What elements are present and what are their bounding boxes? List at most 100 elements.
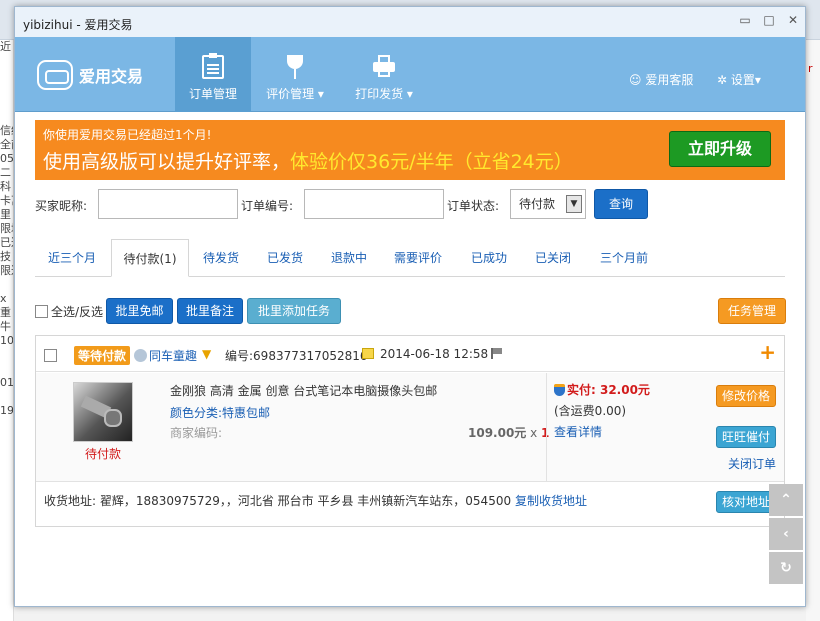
background-text-fragment — [0, 82, 13, 96]
settings-menu[interactable]: ✲ 设置▾ — [717, 71, 761, 88]
nav-tab-review-management[interactable]: 评价管理 ▾ — [255, 37, 335, 112]
printer-icon — [373, 55, 395, 79]
qty-sign: x — [526, 426, 542, 440]
merchant-code: 商家编码: — [170, 426, 223, 440]
minimize-button[interactable]: ▭ — [737, 13, 753, 27]
tab-older-than-three-months[interactable]: 三个月前 — [587, 239, 661, 277]
product-sku: 颜色分类:特惠包邮 — [170, 406, 271, 420]
background-text-fragment — [0, 362, 13, 376]
order-status-tabs: 近三个月 待付款(1) 待发货 已发货 退款中 需要评价 已成功 已关闭 三个月… — [35, 239, 785, 277]
view-details-link[interactable]: 查看详情 — [554, 423, 602, 440]
tab-pending-payment[interactable]: 待付款(1) — [111, 239, 189, 277]
nav-tab-label: 订单管理 — [188, 87, 237, 101]
background-text-fragment — [0, 390, 13, 404]
task-management-button[interactable]: 任务管理 — [718, 298, 786, 324]
app-window: yibizihui - 爱用交易 ▭ □ ✕ 爱用交易 订单管理 评价管理 ▾ … — [14, 6, 806, 607]
select-all-checkbox[interactable] — [35, 305, 48, 318]
background-text-fragment: 限达 — [0, 264, 13, 277]
logo-icon — [37, 60, 73, 90]
nav-tab-print-shipping[interactable]: 打印发货 ▾ — [341, 37, 427, 112]
order-date: 2014-06-18 12:58 — [380, 347, 489, 361]
tab-completed[interactable]: 已成功 — [459, 239, 519, 277]
batch-free-shipping-button[interactable]: 批里免邮 — [106, 298, 173, 324]
nav-tab-order-management[interactable]: 订单管理 — [175, 37, 251, 112]
product-title[interactable]: 金刚狼 高清 金属 创意 台式笔记本电脑摄像头包邮 — [170, 382, 437, 399]
banner-promo: 使用高级版可以提升好评率，体验价仅36元/半年（立省24元） — [43, 147, 573, 174]
copy-address-link[interactable]: 复制收货地址 — [515, 494, 587, 508]
order-number-label: 订单编号: — [241, 199, 294, 213]
buyer-nickname-input[interactable] — [98, 189, 238, 219]
banner-promo-text: 使用高级版可以提升好评率， — [43, 151, 291, 173]
close-window-button[interactable]: ✕ — [785, 13, 801, 27]
verify-address-button[interactable]: 核对地址 — [716, 491, 776, 513]
order-checkbox[interactable] — [44, 349, 57, 362]
tab-closed[interactable]: 已关闭 — [523, 239, 583, 277]
banner-notice: 你使用爱用交易已经超过1个月! — [43, 128, 212, 142]
app-logo: 爱用交易 — [37, 57, 143, 93]
logo-text: 爱用交易 — [79, 67, 144, 86]
clipboard-icon — [202, 53, 224, 79]
customer-service-link[interactable]: ☺ 爱用客服 — [629, 71, 693, 88]
price-value: 109.00元 — [468, 426, 527, 440]
item-status: 待付款 — [85, 447, 122, 461]
buyer-link[interactable]: 同车童趣 — [134, 347, 197, 364]
background-text-fragment: 科 — [0, 180, 11, 193]
product-thumbnail[interactable] — [73, 382, 133, 442]
buyer-name: 同车童趣 — [149, 349, 198, 363]
paid-amount-text: 实付: 32.00元 — [567, 383, 650, 397]
banner-promo-price: 体验价仅36元/半年（立省24元） — [290, 151, 573, 173]
expand-plus-icon[interactable]: + — [759, 340, 776, 364]
unit-price: 109.00元 x 1 — [468, 424, 549, 441]
window-title-app: - 爱用交易 — [72, 18, 133, 32]
order-card: 等待付款 同车童趣 ▼ 编号:698377317052816 2014-06-1… — [35, 335, 785, 527]
order-status-label: 订单状态: — [447, 199, 500, 213]
refresh-button[interactable]: ↻ — [769, 552, 803, 584]
chevron-down-icon: ▼ — [566, 195, 582, 213]
app-header: 爱用交易 订单管理 评价管理 ▾ 打印发货 ▾ ☺ 爱用客服 ✲ 设置▾ — [15, 37, 805, 112]
flag-icon[interactable] — [491, 348, 503, 359]
batch-add-task-button[interactable]: 批里添加任务 — [247, 298, 341, 324]
window-title-user: yibizihui — [23, 18, 73, 32]
select-all-label[interactable]: 全选/反选 — [51, 303, 103, 320]
tab-refunding[interactable]: 退款中 — [319, 239, 379, 277]
background-text-fragment: 近 — [0, 40, 11, 53]
upgrade-banner: 你使用爱用交易已经超过1个月! 使用高级版可以提升好评率，体验价仅36元/半年（… — [35, 120, 785, 180]
background-right-panel: r — [806, 40, 820, 621]
edit-price-button[interactable]: 修改价格 — [716, 385, 776, 407]
tab-last-three-months[interactable]: 近三个月 — [35, 239, 109, 277]
background-text-fragment — [0, 96, 13, 110]
title-bar: yibizihui - 爱用交易 ▭ □ ✕ — [15, 7, 805, 37]
background-text-fragment: x — [0, 292, 7, 305]
back-button[interactable]: ‹ — [769, 518, 803, 550]
order-number-input[interactable] — [304, 189, 444, 219]
filter-icon[interactable]: ▼ — [202, 347, 211, 361]
tab-needs-review[interactable]: 需要评价 — [385, 239, 451, 277]
background-text-fragment — [0, 68, 13, 82]
upgrade-button[interactable]: 立即升级 — [669, 131, 771, 167]
order-header: 等待付款 同车童趣 ▼ 编号:698377317052816 2014-06-1… — [36, 336, 784, 372]
note-icon[interactable] — [362, 348, 374, 359]
tab-shipped[interactable]: 已发货 — [255, 239, 315, 277]
order-number: 编号:698377317052816 — [225, 349, 368, 363]
batch-note-button[interactable]: 批里备注 — [177, 298, 243, 324]
tab-pending-shipment[interactable]: 待发货 — [191, 239, 251, 277]
gear-icon: ✲ — [717, 73, 728, 87]
background-text-fragment: 信经 — [0, 124, 13, 137]
query-button[interactable]: 查询 — [594, 189, 648, 219]
background-text-fragment: 技 — [0, 250, 11, 263]
order-item-row: 待付款 金刚狼 高清 金属 创意 台式笔记本电脑摄像头包邮 颜色分类:特惠包邮 … — [36, 373, 784, 482]
background-red-mark: r — [808, 62, 813, 75]
scroll-top-button[interactable]: ⌃ — [769, 484, 803, 516]
status-badge: 等待付款 — [74, 346, 131, 365]
maximize-button[interactable]: □ — [761, 13, 777, 27]
wangwang-remind-button[interactable]: 旺旺催付 — [716, 426, 776, 448]
background-text-fragment — [0, 110, 13, 124]
background-text-fragment: 全商 — [0, 138, 13, 151]
close-order-link[interactable]: 关闭订单 — [728, 455, 776, 472]
background-text-fragment: 已达 — [0, 236, 13, 249]
background-text-fragment — [0, 348, 13, 362]
nav-tab-label: 打印发货 ▾ — [355, 87, 413, 101]
tulip-icon — [284, 55, 306, 79]
settings-label: 设置▾ — [730, 73, 761, 87]
order-status-select[interactable]: 待付款 ▼ — [510, 189, 586, 219]
